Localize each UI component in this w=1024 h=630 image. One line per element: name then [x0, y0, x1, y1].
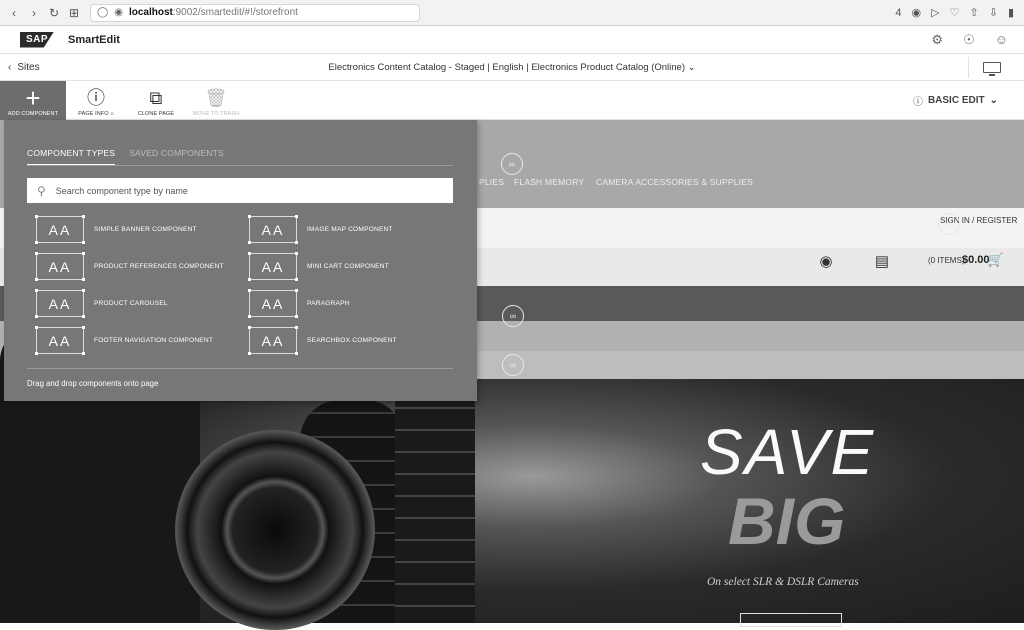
monitor-icon [982, 62, 1001, 76]
text-component-icon: AA [248, 252, 297, 281]
text-component-icon: AA [35, 252, 84, 281]
component-label: FOOTER NAVIGATION COMPONENT [94, 337, 214, 344]
clone-page-label: CLONE PAGE [137, 111, 175, 117]
catalog-text: Electronics Content Catalog - Staged | E… [328, 61, 685, 73]
component-menu: COMPONENT TYPES SAVED COMPONENTS ⚲ AA SI… [4, 120, 477, 401]
lens-image-2 [395, 375, 475, 623]
shop-now-button[interactable] [740, 613, 842, 627]
sites-label: Sites [17, 61, 40, 73]
page-info-label: PAGE INFO [78, 111, 109, 117]
chevron-left-icon: ‹ [8, 61, 12, 73]
hero-title: SAVE [700, 416, 876, 488]
add-component-label: ADD COMPONENT [7, 111, 59, 117]
hero-promo: On select SLR & DSLR Cameras [707, 576, 859, 588]
clone-icon: ⧉ [149, 88, 163, 108]
device-preview-button[interactable] [968, 57, 1014, 78]
gear-icon[interactable]: ⚙ [931, 32, 943, 48]
page-info-button[interactable]: ⓘ PAGE INFO ⌂ [66, 81, 126, 120]
nav-item-camera-accessories[interactable]: CAMERA ACCESSORIES & SUPPLIES [596, 177, 753, 187]
mode-label: BASIC EDIT [927, 94, 985, 106]
component-searchbox[interactable]: AA SEARCHBOX COMPONENT [248, 326, 397, 355]
component-label: PRODUCT CAROUSEL [94, 300, 168, 307]
info-icon: ⓘ [912, 96, 923, 108]
cart-icon[interactable]: 🛒 [982, 246, 1010, 274]
component-label: IMAGE MAP COMPONENT [307, 226, 393, 233]
tabs-grid-icon[interactable]: ⊞ [68, 6, 80, 20]
cart-items[interactable]: (0 ITEMS) [928, 256, 964, 265]
component-search-input[interactable] [53, 184, 434, 197]
text-component-icon: AA [248, 289, 297, 318]
user-icon[interactable]: ☺ [995, 32, 1008, 48]
app-title: SmartEdit [68, 33, 120, 46]
clone-page-button[interactable]: ⧉ CLONE PAGE [126, 81, 186, 120]
catalog-selector[interactable]: Electronics Content Catalog - Staged | E… [0, 62, 1024, 73]
component-label: PARAGRAPH [307, 300, 350, 307]
component-label: MINI CART COMPONENT [307, 263, 389, 270]
send-icon[interactable]: ▷ [931, 6, 939, 19]
heart-icon[interactable]: ♡ [950, 6, 960, 19]
drag-drop-hint: Drag and drop components onto page [27, 379, 159, 388]
extension-badge: 4 [895, 6, 902, 19]
slot-link-icon[interactable]: ∞ [502, 305, 524, 327]
address-bar[interactable]: ◯ ◉ localhost:9002/smartedit/#!/storefro… [90, 3, 420, 22]
text-component-icon: AA [248, 215, 297, 244]
location-pin-icon[interactable]: ◉ [812, 247, 840, 275]
tab-saved-components[interactable]: SAVED COMPONENTS [129, 148, 224, 166]
component-product-references[interactable]: AA PRODUCT REFERENCES COMPONENT [35, 252, 224, 281]
shield-icon: ◯ [97, 7, 109, 18]
mode-selector[interactable]: ⓘ BASIC EDIT ⌄ [913, 81, 998, 119]
extension-icon[interactable]: ◉ [912, 6, 922, 19]
slot-link-icon[interactable]: ∞ [502, 354, 524, 376]
globe-icon: ◉ [114, 7, 123, 18]
move-to-trash-label: MOVE TO TRASH [192, 111, 240, 117]
component-label: PRODUCT REFERENCES COMPONENT [94, 263, 224, 270]
smartedit-header: SAP SmartEdit ⚙ ☉ ☺ [0, 26, 1024, 54]
nav-item-flash-memory[interactable]: FLASH MEMORY [514, 177, 584, 187]
slot-link-icon[interactable]: ∞ [501, 153, 523, 175]
component-label: SIMPLE BANNER COMPONENT [94, 226, 197, 233]
component-simple-banner[interactable]: AA SIMPLE BANNER COMPONENT [35, 215, 197, 244]
component-image-map[interactable]: AA IMAGE MAP COMPONENT [248, 215, 393, 244]
hero-subtitle: BIG [728, 484, 846, 558]
component-search[interactable]: ⚲ [27, 178, 453, 203]
url-path: :9002/smartedit/#!/storefront [172, 7, 298, 18]
trash-icon: 🗑 [204, 88, 228, 108]
component-mini-cart[interactable]: AA MINI CART COMPONENT [248, 252, 389, 281]
home-icon: ⌂ [110, 111, 114, 117]
share-icon[interactable]: ⇧ [970, 6, 979, 19]
search-icon: ⚲ [37, 183, 46, 198]
nav-item-plies[interactable]: PLIES [479, 177, 504, 187]
add-component-button[interactable]: + ADD COMPONENT [0, 81, 66, 120]
component-paragraph[interactable]: AA PARAGRAPH [248, 289, 350, 318]
tab-component-types[interactable]: COMPONENT TYPES [27, 148, 116, 166]
chevron-down-icon: ⌄ [989, 94, 998, 106]
forward-icon[interactable]: › [28, 6, 40, 20]
globe-icon[interactable]: ☉ [963, 32, 975, 48]
page-toolbar: + ADD COMPONENT ⓘ PAGE INFO ⌂ ⧉ CLONE PA… [0, 81, 1024, 120]
text-component-icon: AA [35, 326, 84, 355]
component-product-carousel[interactable]: AA PRODUCT CAROUSEL [35, 289, 168, 318]
browser-toolbar: ‹ › ↻ ⊞ ◯ ◉ localhost:9002/smartedit/#!/… [0, 0, 1024, 26]
reload-icon[interactable]: ↻ [48, 6, 60, 20]
text-component-icon: AA [35, 215, 84, 244]
slot-link-icon[interactable]: ∞ [938, 213, 960, 235]
download-icon[interactable]: ⇩ [989, 6, 998, 19]
info-icon: ⓘ [86, 88, 106, 108]
sites-button[interactable]: ‹ Sites [8, 62, 40, 73]
sites-bar: ‹ Sites Electronics Content Catalog - St… [0, 54, 1024, 81]
chevron-down-icon: ⌄ [687, 61, 696, 73]
component-label: SEARCHBOX COMPONENT [307, 337, 397, 344]
text-component-icon: AA [35, 289, 84, 318]
plus-icon: + [25, 83, 41, 113]
component-footer-navigation[interactable]: AA FOOTER NAVIGATION COMPONENT [35, 326, 214, 355]
url-host: localhost [128, 7, 173, 18]
text-component-icon: AA [248, 326, 297, 355]
list-icon[interactable]: ▤ [868, 247, 896, 275]
sap-logo: SAP [20, 31, 54, 48]
back-icon[interactable]: ‹ [8, 6, 20, 20]
move-to-trash-button[interactable]: 🗑 MOVE TO TRASH [186, 81, 246, 120]
battery-icon: ▮ [1007, 7, 1014, 19]
camera-lens-image [175, 430, 375, 630]
